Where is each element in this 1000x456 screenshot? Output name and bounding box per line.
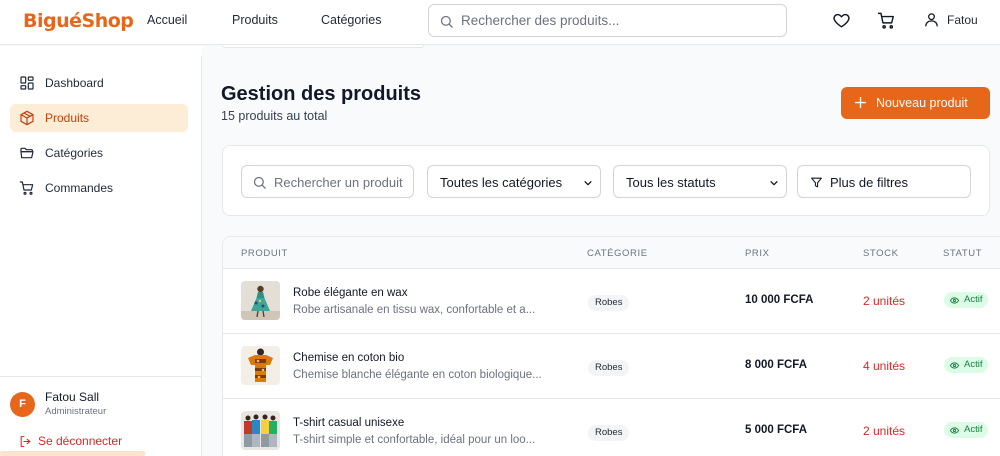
product-search: [241, 165, 414, 198]
header-search: [428, 4, 787, 37]
product-description: Robe artisanale en tissu wax, confortabl…: [293, 304, 536, 316]
category-badge: Robes: [588, 295, 630, 311]
category-select-value: Toutes les catégories: [440, 175, 563, 190]
search-icon: [440, 15, 453, 28]
status-label: Actif: [964, 294, 983, 305]
avatar: F: [10, 392, 35, 417]
sidebar-item-label: Produits: [45, 111, 90, 125]
nav-link-categories[interactable]: Catégories: [321, 13, 381, 27]
product-thumbnail[interactable]: [241, 281, 280, 320]
product-stock: 4 unités: [863, 359, 906, 373]
category-badge: Robes: [588, 360, 630, 376]
status-badge: Actif: [944, 292, 989, 308]
sidebar-item-dashboard[interactable]: Dashboard: [10, 69, 188, 97]
page-title: Gestion des produits: [221, 83, 422, 105]
status-badge: Actif: [944, 357, 989, 373]
chevron-down-icon: [770, 181, 778, 186]
logout-label: Se déconnecter: [38, 434, 123, 448]
product-thumbnail[interactable]: [241, 411, 280, 450]
user-icon[interactable]: [923, 11, 940, 28]
nav-link-produits[interactable]: Produits: [232, 13, 278, 27]
product-description: Chemise blanche élégante en coton biolog…: [293, 369, 542, 381]
status-label: Actif: [964, 424, 983, 435]
sidebar-scroll-indicator: [0, 451, 145, 456]
product-search-input[interactable]: [274, 172, 409, 192]
filter-bar: Toutes les catégories Tous les statuts P…: [222, 145, 990, 216]
status-badge: Actif: [944, 422, 989, 438]
table-row[interactable]: T-shirt casual unisexe T-shirt simple et…: [223, 399, 1000, 456]
cart-icon: [19, 181, 34, 195]
products-table: PRODUIT CATÉGORIE PRIX STOCK STATUT Robe…: [222, 236, 1000, 456]
product-stock: 2 unités: [863, 294, 906, 308]
status-select-value: Tous les statuts: [626, 175, 716, 190]
nav-link-accueil[interactable]: Accueil: [147, 13, 187, 27]
status-select[interactable]: Tous les statuts: [613, 165, 787, 198]
column-header-stock[interactable]: STOCK: [863, 248, 899, 259]
header-search-input[interactable]: [461, 10, 776, 31]
eye-icon: [950, 427, 959, 434]
filter-icon: [811, 177, 822, 188]
sidebar-user-role: Administrateur: [45, 406, 107, 417]
dashboard-icon: [20, 76, 34, 90]
new-product-label: Nouveau produit: [876, 96, 968, 110]
column-header-statut[interactable]: STATUT: [943, 248, 982, 259]
page-subtitle: 15 produits au total: [221, 109, 328, 123]
product-name[interactable]: Chemise en coton bio: [293, 352, 404, 364]
sidebar-top-strip: [0, 46, 202, 56]
chevron-down-icon: [584, 181, 592, 186]
plus-icon: [854, 96, 867, 109]
product-stock: 2 unités: [863, 424, 906, 438]
sidebar-item-label: Catégories: [45, 146, 104, 160]
sidebar-divider: [0, 376, 202, 377]
new-product-button[interactable]: Nouveau produit: [841, 87, 990, 119]
header-user-name[interactable]: Fatou: [947, 13, 978, 27]
sidebar-item-categories[interactable]: Catégories: [10, 139, 188, 167]
logout-icon: [20, 436, 31, 447]
column-header-categorie[interactable]: CATÉGORIE: [587, 248, 648, 259]
sidebar: Dashboard Produits Catégories Commandes …: [0, 56, 202, 456]
column-header-prix[interactable]: PRIX: [745, 248, 770, 259]
sidebar-item-label: Commandes: [45, 181, 114, 195]
category-badge: Robes: [588, 425, 630, 441]
product-name[interactable]: T-shirt casual unisexe: [293, 417, 404, 429]
product-thumbnail[interactable]: [241, 346, 280, 385]
table-header: PRODUIT CATÉGORIE PRIX STOCK STATUT: [223, 237, 1000, 269]
table-row[interactable]: Robe élégante en wax Robe artisanale en …: [223, 269, 1000, 334]
sidebar-user-name: Fatou Sall: [45, 390, 100, 404]
status-label: Actif: [964, 359, 983, 370]
eye-icon: [950, 297, 959, 304]
product-name[interactable]: Robe élégante en wax: [293, 287, 407, 299]
product-price: 8 000 FCFA: [745, 359, 807, 371]
sidebar-item-produits[interactable]: Produits: [10, 104, 188, 132]
more-filters-label: Plus de filtres: [830, 175, 909, 190]
category-select[interactable]: Toutes les catégories: [427, 165, 601, 198]
top-navbar: BiguéShop Accueil Produits Catégories Fa…: [0, 0, 1000, 45]
sidebar-item-label: Dashboard: [45, 76, 104, 90]
product-price: 5 000 FCFA: [745, 424, 807, 436]
box-icon: [20, 110, 34, 126]
eye-icon: [950, 362, 959, 369]
folder-icon: [20, 147, 34, 159]
product-price: 10 000 FCFA: [745, 294, 814, 306]
column-header-produit[interactable]: PRODUIT: [241, 248, 288, 259]
more-filters-button[interactable]: Plus de filtres: [797, 165, 971, 198]
search-icon: [253, 176, 266, 189]
heart-icon[interactable]: [832, 11, 851, 30]
scrolled-panel-edge: [222, 45, 424, 48]
product-description: T-shirt simple et confortable, idéal pou…: [293, 434, 536, 446]
cart-icon[interactable]: [877, 11, 896, 30]
table-row[interactable]: Chemise en coton bio Chemise blanche élé…: [223, 334, 1000, 399]
sidebar-item-commandes[interactable]: Commandes: [10, 174, 188, 202]
brand-logo[interactable]: BiguéShop: [23, 10, 134, 32]
